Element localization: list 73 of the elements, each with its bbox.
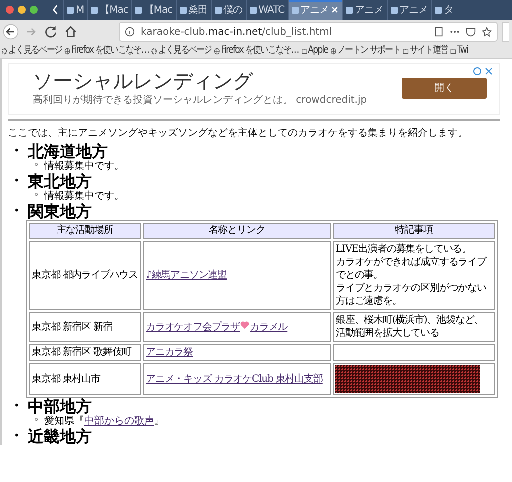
favicon-icon [67,6,74,14]
favicon-icon [292,6,299,14]
intro-text: ここでは、主にアニメソングやキッズソングなどを主体としてのカラオケをする集まりを紹介します。 [8,127,469,140]
bullet-marker: ◦ [34,190,40,203]
list-item: 情報募集中です。 [44,160,124,173]
table-cell: LIVE出演者の募集をしている。 カラオケができれば成立するライブでとの事。 ライブとカラオケの区別がつかない方はご遠慮を。 [333,241,495,310]
favicon-icon [135,6,142,14]
bullet-marker: ◦ [34,415,40,428]
bookmark-item[interactable]: ノートン サポート [330,44,401,58]
favicon-icon [250,6,257,14]
club-link[interactable]: アニメ・キッズ カラオケClub 東村山支部 [146,374,323,384]
bullet-marker: • [14,401,21,412]
reader-view-icon[interactable] [434,27,444,37]
favicon-icon [435,6,442,14]
gear-icon [152,48,158,54]
folder-icon [403,48,410,54]
club-link[interactable]: カラオケオフ会プラザ カラメル [146,322,288,332]
favicon-icon [91,6,98,14]
table-cell: 東京都 新宿区 新宿 [29,312,141,342]
list-item: 愛知県『中部からの歌声』 [44,415,164,428]
region-heading: 東北地方 [28,173,92,190]
column-header: 主な活動場所 [29,223,141,239]
club-link[interactable]: ♪練馬アニソン連盟 [146,270,227,281]
club-link[interactable]: アニカラ祭 [146,347,194,358]
region-link[interactable]: 中部からの歌声 [84,416,154,427]
bookmark-item[interactable]: サイト運営 [403,44,448,58]
home-icon[interactable] [63,24,79,40]
folder-icon [450,48,457,54]
table-cell: 東京都 新宿区 歌舞伎町 [29,344,141,361]
globe-icon [214,48,220,54]
region-heading: 中部地方 [28,398,92,415]
gear-icon [2,48,8,54]
heart-icon [240,320,250,330]
favicon-icon [214,6,222,14]
table-cell: 東京都 東村山市 [29,363,141,395]
globe-icon [330,48,337,54]
table-cell: 東京都 都内ライブハウス [29,241,141,310]
globe-icon [64,48,71,54]
region-heading: 近畿地方 [28,428,92,445]
close-icon[interactable] [331,6,340,14]
bullet-marker: ◦ [34,160,40,173]
bookmark-item[interactable]: よく見るページ [2,44,62,58]
bookmark-item[interactable]: よく見るページ [152,44,212,58]
bullet-marker: • [14,176,21,187]
bookmark-item[interactable]: Twi [450,44,468,58]
bookmark-item[interactable]: Apple [301,44,328,58]
bookmark-item[interactable]: Firefox を使いこなそ… [214,44,299,58]
ad-title[interactable]: ソーシャルレンディング [33,69,402,93]
bookmark-item[interactable]: Firefox を使いこなそ… [64,44,149,58]
browser-tab[interactable]: アニメ [288,0,342,20]
table-cell: 銀座、桜木町(横浜市)、池袋など、活動範囲を拡大している [333,312,495,342]
open-button[interactable]: 開く [402,78,487,98]
ad-subtitle: 高利回りが期待できる投資ソーシャルレンディングとは。 crowdcredit.jp [33,94,368,107]
favicon-icon [390,6,398,14]
favicon-icon [180,6,187,14]
favicon-icon [346,6,354,14]
back-icon[interactable] [3,24,19,40]
bullet-marker: • [14,206,21,217]
bullet-marker: • [14,431,21,442]
folder-icon [301,48,308,54]
bullet-marker: • [14,146,21,157]
address-bar[interactable]: karaoke-club.mac-in.net/club_list.html [119,22,498,42]
region-heading: 関東地方 [28,203,92,220]
info-icon[interactable] [125,27,135,37]
column-header: 名称とリンク [143,223,331,239]
search-field[interactable] [502,22,509,42]
reload-icon[interactable] [43,24,59,40]
region-heading: 北海道地方 [28,143,108,160]
pocket-icon[interactable] [466,27,476,37]
star-icon[interactable] [482,27,492,37]
list-item: 情報募集中です。 [44,190,124,203]
ad-info-icon[interactable] [473,67,495,76]
column-header: 特記事項 [333,223,495,239]
